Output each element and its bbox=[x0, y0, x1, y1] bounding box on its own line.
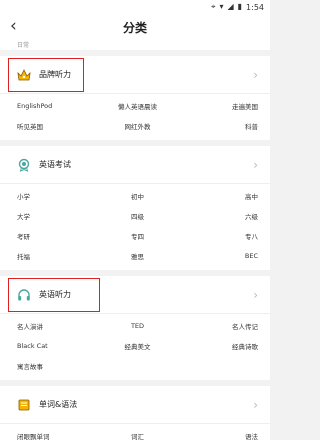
grid-item[interactable]: 小学 bbox=[17, 191, 97, 201]
grid-item[interactable]: 六级 bbox=[178, 211, 258, 221]
grid-item[interactable]: 名人传记 bbox=[178, 321, 258, 331]
status-bar: ⌖ ▾ ◢ ▮ 1:54 bbox=[0, 0, 270, 14]
section-header-english-listening[interactable]: 英语听力 › bbox=[0, 276, 270, 314]
section-header-words-grammar[interactable]: 单词&语法 › bbox=[0, 386, 270, 424]
chevron-right-icon: › bbox=[253, 67, 258, 82]
grid-item[interactable]: 考研 bbox=[17, 231, 97, 241]
section-grid: 闭眼飘单词 词汇 语法 bbox=[0, 424, 270, 440]
grid-item[interactable]: 走遍美国 bbox=[178, 101, 258, 111]
chevron-right-icon: › bbox=[253, 157, 258, 172]
section-title: 品牌听力 bbox=[39, 70, 71, 79]
grid-item[interactable]: 网红外教 bbox=[97, 121, 177, 131]
grid-item[interactable]: BEC bbox=[178, 252, 258, 260]
grid-row: 考研 专四 专八 bbox=[0, 226, 270, 246]
section-brand-listening: 品牌听力 › EnglishPod 懒人英语晨读 走遍美国 听见英国 网红外教 … bbox=[0, 56, 270, 140]
grid-item[interactable]: TED bbox=[97, 322, 177, 330]
section-header-english-exams[interactable]: 英语考试 › bbox=[0, 146, 270, 184]
signal-icon: ◢ bbox=[227, 2, 234, 11]
grid-item[interactable]: 词汇 bbox=[97, 431, 177, 440]
grid-row: 托福 雅思 BEC bbox=[0, 246, 270, 266]
battery-icon: ▮ bbox=[237, 2, 243, 11]
book-icon bbox=[14, 395, 34, 415]
grid-item[interactable]: 高中 bbox=[178, 191, 258, 201]
app-header: ‹ 分类 bbox=[0, 14, 270, 40]
grid-item[interactable]: 托福 bbox=[17, 251, 97, 261]
grid-item[interactable]: 经典美文 bbox=[97, 341, 177, 351]
grid-item[interactable]: 语法 bbox=[178, 431, 258, 440]
grid-row: 大学 四级 六级 bbox=[0, 206, 270, 226]
section-english-exams: 英语考试 › 小学 初中 高中 大学 四级 六级 考研 专四 专八 托福 雅思 … bbox=[0, 146, 270, 270]
wifi-icon: ▾ bbox=[219, 2, 224, 11]
grid-item[interactable]: 大学 bbox=[17, 211, 97, 221]
grid-item[interactable]: 雅思 bbox=[97, 251, 177, 261]
section-english-listening: 英语听力 › 名人演讲 TED 名人传记 Black Cat 经典美文 经典诗歌… bbox=[0, 276, 270, 380]
grid-item[interactable]: 懒人英语晨读 bbox=[97, 101, 177, 111]
grid-row: 名人演讲 TED 名人传记 bbox=[0, 316, 270, 336]
grid-row: Black Cat 经典美文 经典诗歌 bbox=[0, 336, 270, 356]
grid-item[interactable]: 专四 bbox=[97, 231, 177, 241]
grid-item[interactable]: Black Cat bbox=[17, 342, 97, 350]
chevron-right-icon: › bbox=[253, 397, 258, 412]
grid-item[interactable]: 科普 bbox=[178, 121, 258, 131]
page-title: 分类 bbox=[122, 20, 147, 35]
grid-row: 听见英国 网红外教 科普 bbox=[0, 116, 270, 136]
grid-item[interactable]: 寓言故事 bbox=[17, 361, 97, 371]
section-header-brand-listening[interactable]: 品牌听力 › bbox=[0, 56, 270, 94]
section-title: 单词&语法 bbox=[39, 400, 78, 409]
chevron-right-icon: › bbox=[253, 287, 258, 302]
headphones-icon bbox=[14, 285, 34, 305]
back-arrow-icon[interactable]: ‹ bbox=[10, 16, 17, 36]
grid-row: 小学 初中 高中 bbox=[0, 186, 270, 206]
cut-off-item[interactable]: 日常 bbox=[17, 40, 29, 49]
grid-item[interactable]: 闭眼飘单词 bbox=[17, 431, 97, 440]
grid-item[interactable]: 四级 bbox=[97, 211, 177, 221]
section-grid: EnglishPod 懒人英语晨读 走遍美国 听见英国 网红外教 科普 bbox=[0, 94, 270, 140]
grid-row: 寓言故事 bbox=[0, 356, 270, 376]
section-title: 英语听力 bbox=[39, 290, 71, 299]
grid-row: EnglishPod 懒人英语晨读 走遍美国 bbox=[0, 96, 270, 116]
grid-item[interactable]: 听见英国 bbox=[17, 121, 97, 131]
section-grid: 名人演讲 TED 名人传记 Black Cat 经典美文 经典诗歌 寓言故事 bbox=[0, 314, 270, 380]
status-time: 1:54 bbox=[246, 2, 264, 12]
location-icon: ⌖ bbox=[210, 2, 216, 11]
section-words-grammar: 单词&语法 › 闭眼飘单词 词汇 语法 bbox=[0, 386, 270, 440]
crown-icon bbox=[14, 65, 34, 85]
section-title: 英语考试 bbox=[39, 160, 71, 169]
grid-item[interactable]: 经典诗歌 bbox=[178, 341, 258, 351]
award-medal-icon bbox=[14, 155, 34, 175]
grid-item[interactable]: 名人演讲 bbox=[17, 321, 97, 331]
grid-item[interactable]: 专八 bbox=[178, 231, 258, 241]
section-grid: 小学 初中 高中 大学 四级 六级 考研 专四 专八 托福 雅思 BEC bbox=[0, 184, 270, 270]
grid-item[interactable]: EnglishPod bbox=[17, 102, 97, 110]
cut-off-row: 日常 bbox=[0, 40, 270, 50]
grid-item[interactable]: 初中 bbox=[97, 191, 177, 201]
grid-row: 闭眼飘单词 词汇 语法 bbox=[0, 426, 270, 440]
